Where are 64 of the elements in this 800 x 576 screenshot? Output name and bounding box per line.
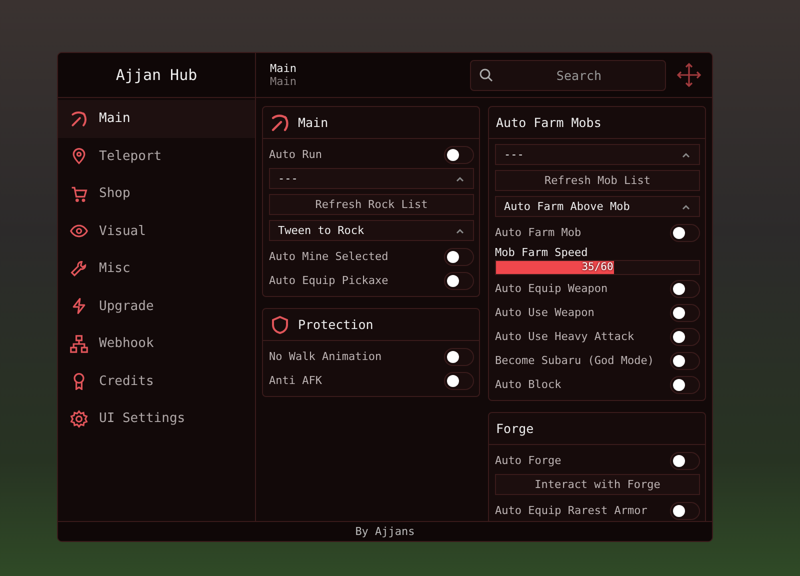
sidebar-item[interactable]: UI Settings [58, 400, 255, 438]
toggle-label: Auto Block [495, 378, 562, 391]
section-title: Main [298, 115, 328, 130]
sidebar-item[interactable]: Visual [58, 212, 255, 250]
page-title: Main [270, 62, 298, 75]
toggle-label: Auto Equip Rarest Armor [495, 504, 648, 517]
toggle-switch[interactable] [444, 248, 474, 266]
toggle-switch[interactable] [444, 146, 474, 164]
toggle-switch[interactable] [670, 376, 700, 394]
shield-icon [270, 314, 290, 334]
dropdown[interactable]: Auto Farm Above Mob [495, 196, 700, 217]
section-title: Forge [496, 421, 534, 436]
slider-label: Mob Farm Speed [495, 246, 589, 259]
sidebar-item[interactable]: Upgrade [58, 288, 255, 325]
search-field[interactable]: Search [470, 60, 666, 90]
wrench-icon [70, 260, 88, 278]
move-arrows-icon[interactable] [676, 62, 702, 88]
sidebar-item[interactable]: Misc [58, 250, 255, 288]
sidebar-item[interactable]: Credits [58, 362, 255, 400]
sidebar-item[interactable]: Webhook [58, 325, 255, 362]
sidebar-item[interactable]: Shop [58, 175, 255, 212]
dropdown[interactable]: Tween to Rock [269, 220, 474, 241]
toggle-switch[interactable] [670, 224, 700, 242]
refresh-button[interactable]: Interact with Forge [495, 474, 700, 495]
toggle-switch[interactable] [670, 502, 700, 520]
dropdown[interactable]: --- [269, 168, 474, 189]
toggle-label: Auto Farm Mob [495, 226, 582, 239]
toggle-switch[interactable] [670, 452, 700, 470]
lightning-icon [70, 297, 88, 316]
toggle-label: Auto Equip Pickaxe [269, 274, 388, 287]
toggle-label: Auto Run [269, 148, 322, 161]
page-subtitle: Main [270, 75, 298, 88]
toggle-label: No Walk Animation [269, 350, 382, 363]
toggle-label: Anti AFK [269, 374, 322, 387]
location-pin-icon [70, 147, 88, 166]
sidebar-item[interactable]: Main [58, 100, 255, 138]
refresh-button[interactable]: Refresh Rock List [269, 194, 474, 215]
refresh-button[interactable]: Refresh Mob List [495, 170, 700, 191]
toggle-switch[interactable] [444, 272, 474, 290]
toggle-label: Auto Forge [495, 454, 562, 467]
toggle-label: Become Subaru (God Mode) [495, 354, 654, 367]
toggle-label: Auto Use Heavy Attack [495, 330, 634, 343]
toggle-switch[interactable] [444, 372, 474, 390]
cart-icon [70, 184, 88, 203]
footer-credit: By Ajjans [355, 525, 415, 538]
section-title: Protection [298, 317, 374, 332]
toggle-switch[interactable] [444, 348, 474, 366]
slider-track[interactable]: 35/60 [495, 260, 700, 275]
toggle-switch[interactable] [670, 328, 700, 346]
toggle-switch[interactable] [670, 280, 700, 298]
network-icon [70, 334, 88, 353]
pickaxe-icon [70, 110, 88, 128]
toggle-label: Auto Use Weapon [495, 306, 594, 319]
sidebar-item[interactable]: Teleport [58, 138, 255, 175]
window-title: Ajjan Hub [58, 53, 256, 98]
toggle-label: Auto Equip Weapon [495, 282, 608, 295]
toggle-switch[interactable] [670, 352, 700, 370]
pickaxe-icon [270, 112, 290, 132]
settings-icon [70, 410, 88, 428]
toggle-switch[interactable] [670, 304, 700, 322]
section-title: Auto Farm Mobs [496, 115, 602, 130]
search-icon [479, 68, 493, 82]
dropdown[interactable]: --- [495, 144, 700, 165]
toggle-label: Auto Mine Selected [269, 250, 388, 263]
